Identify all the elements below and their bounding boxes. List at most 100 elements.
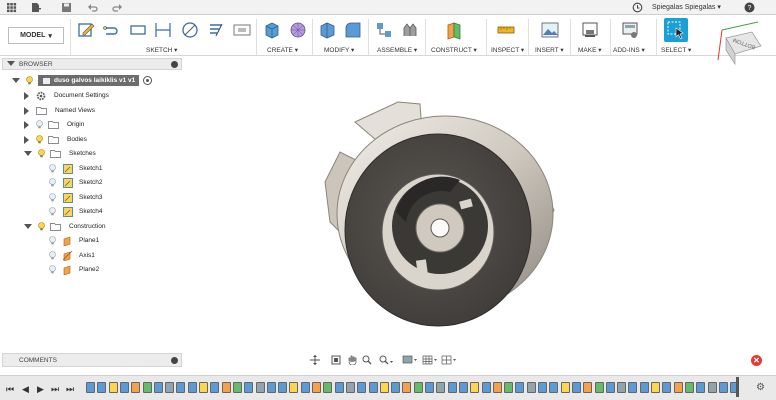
timeline-feature-icon[interactable]: [345, 382, 355, 393]
browser-item-sketch2[interactable]: Sketch2: [48, 176, 103, 189]
sketch-group-label[interactable]: SKETCH ▾: [146, 46, 177, 54]
timeline-feature-icon[interactable]: [131, 382, 141, 393]
timeline-feature-icon[interactable]: [492, 382, 502, 393]
timeline-feature-icon[interactable]: [583, 382, 593, 393]
rectangle-tool-icon[interactable]: [128, 20, 148, 40]
timeline-feature-icon[interactable]: [368, 382, 378, 393]
timeline-feature-icon[interactable]: [605, 382, 615, 393]
pin-icon[interactable]: [171, 61, 178, 68]
browser-item-sketch1[interactable]: Sketch1: [48, 162, 103, 175]
visibility-bulb-icon[interactable]: [48, 207, 57, 216]
activate-radio-icon[interactable]: [143, 76, 153, 85]
insert-group-label[interactable]: INSERT ▾: [535, 46, 564, 54]
timeline-feature-icon[interactable]: [323, 382, 333, 393]
inspect-group-label[interactable]: INSPECT ▾: [491, 46, 524, 54]
timeline-feature-icon[interactable]: [526, 382, 536, 393]
timeline-feature-icon[interactable]: [266, 382, 276, 393]
view-cube[interactable]: BOTTOM: [716, 20, 766, 68]
timeline-feature-icon[interactable]: [278, 382, 288, 393]
timeline-feature-icon[interactable]: [436, 382, 446, 393]
visibility-bulb-icon[interactable]: [25, 76, 34, 85]
visibility-bulb-icon[interactable]: [48, 178, 57, 187]
timeline-feature-icon[interactable]: [617, 382, 627, 393]
pan-hand-icon[interactable]: [347, 355, 357, 365]
timeline-feature-icon[interactable]: [176, 382, 186, 393]
timeline-feature-icon[interactable]: [413, 382, 423, 393]
step-forward-icon[interactable]: ⏭: [51, 384, 59, 395]
collapse-triangle-icon[interactable]: [24, 224, 32, 229]
timeline-feature-icon[interactable]: [391, 382, 401, 393]
pin-icon[interactable]: [171, 357, 178, 364]
help-icon[interactable]: ?: [744, 2, 755, 13]
browser-item-bodies[interactable]: Bodies: [24, 133, 87, 146]
browser-item-sketch4[interactable]: Sketch4: [48, 205, 103, 218]
step-back-icon[interactable]: ◀: [22, 384, 29, 395]
go-to-end-icon[interactable]: ⏭: [66, 384, 74, 395]
expand-triangle-icon[interactable]: [24, 106, 29, 115]
timeline-feature-icon[interactable]: [221, 382, 231, 393]
timeline-feature-icon[interactable]: [673, 382, 683, 393]
error-notification-icon[interactable]: ✕: [751, 355, 762, 366]
addins-group-label[interactable]: ADD-INS ▾: [613, 46, 645, 54]
browser-item-plane1[interactable]: Plane1: [48, 234, 99, 247]
browser-item-plane2[interactable]: Plane2: [48, 263, 99, 276]
browser-item-sketch3[interactable]: Sketch3: [48, 191, 103, 204]
timeline-feature-icon[interactable]: [108, 382, 118, 393]
timeline-feature-icon[interactable]: [153, 382, 163, 393]
comments-panel[interactable]: COMMENTS: [2, 353, 182, 367]
timeline-feature-icon[interactable]: [402, 382, 412, 393]
play-icon[interactable]: ▶: [37, 384, 44, 395]
browser-root-document[interactable]: duso galvos laikiklis v1 v1: [12, 74, 182, 87]
grid-settings-icon[interactable]: [422, 355, 438, 365]
timeline-feature-icon[interactable]: [232, 382, 242, 393]
timeline-feature-icon[interactable]: [651, 382, 660, 393]
3d-print-icon[interactable]: [580, 20, 600, 40]
visibility-bulb-icon[interactable]: [48, 265, 57, 274]
go-to-start-icon[interactable]: ⏮: [6, 384, 14, 395]
fit-window-icon[interactable]: [379, 355, 393, 365]
timeline-feature-icon[interactable]: [165, 382, 175, 393]
select-tool-button[interactable]: [664, 18, 688, 42]
timeline-feature-icon[interactable]: [628, 382, 638, 393]
redo-icon[interactable]: [112, 2, 123, 13]
orbit-constrained-icon[interactable]: [309, 355, 322, 365]
construct-group-label[interactable]: CONSTRUCT ▾: [431, 46, 477, 54]
browser-item-origin[interactable]: Origin: [24, 118, 84, 131]
browser-item-document-settings[interactable]: Document Settings: [24, 89, 109, 102]
expand-triangle-icon[interactable]: [12, 78, 20, 83]
file-menu-icon[interactable]: [30, 2, 41, 13]
dimension-tool-icon[interactable]: [153, 20, 173, 40]
browser-item-axis1[interactable]: Axis1: [48, 249, 95, 262]
timeline-feature-icon[interactable]: [481, 382, 491, 393]
display-settings-icon[interactable]: [402, 355, 418, 365]
timeline-feature-icon[interactable]: [334, 382, 344, 393]
timeline-feature-icon[interactable]: [210, 382, 220, 393]
timeline-feature-icon[interactable]: [470, 382, 480, 393]
timeline-feature-icon[interactable]: [549, 382, 559, 393]
timeline-feature-icon[interactable]: [684, 382, 694, 393]
zoom-icon[interactable]: [362, 355, 372, 365]
expand-triangle-icon[interactable]: [24, 135, 29, 144]
timeline-feature-icon[interactable]: [142, 382, 152, 393]
scripts-addins-icon[interactable]: [620, 20, 640, 40]
timeline-feature-icon[interactable]: [97, 382, 107, 393]
trim-tool-icon[interactable]: [206, 20, 226, 40]
browser-item-named-views[interactable]: Named Views: [24, 104, 95, 117]
assemble-group-label[interactable]: ASSEMBLE ▾: [377, 46, 417, 54]
timeline-feature-icon[interactable]: [199, 382, 208, 393]
timeline-settings-gear-icon[interactable]: ⚙: [756, 382, 765, 393]
timeline-feature-icon[interactable]: [571, 382, 581, 393]
timeline-feature-icon[interactable]: [515, 382, 525, 393]
timeline-marker[interactable]: [736, 377, 739, 397]
visibility-bulb-icon[interactable]: [48, 236, 57, 245]
extrude-icon[interactable]: [262, 20, 282, 40]
browser-item-sketches[interactable]: Sketches: [24, 147, 96, 160]
3d-model-body[interactable]: [310, 92, 570, 332]
timeline-feature-icon[interactable]: [379, 382, 389, 393]
form-icon[interactable]: [288, 20, 308, 40]
select-group-label[interactable]: SELECT ▾: [661, 46, 691, 54]
timeline-feature-icon[interactable]: [504, 382, 514, 393]
workspace-switcher[interactable]: MODEL ▾: [8, 27, 64, 44]
timeline-feature-icon[interactable]: [312, 382, 321, 393]
timeline-feature-icon[interactable]: [594, 382, 604, 393]
